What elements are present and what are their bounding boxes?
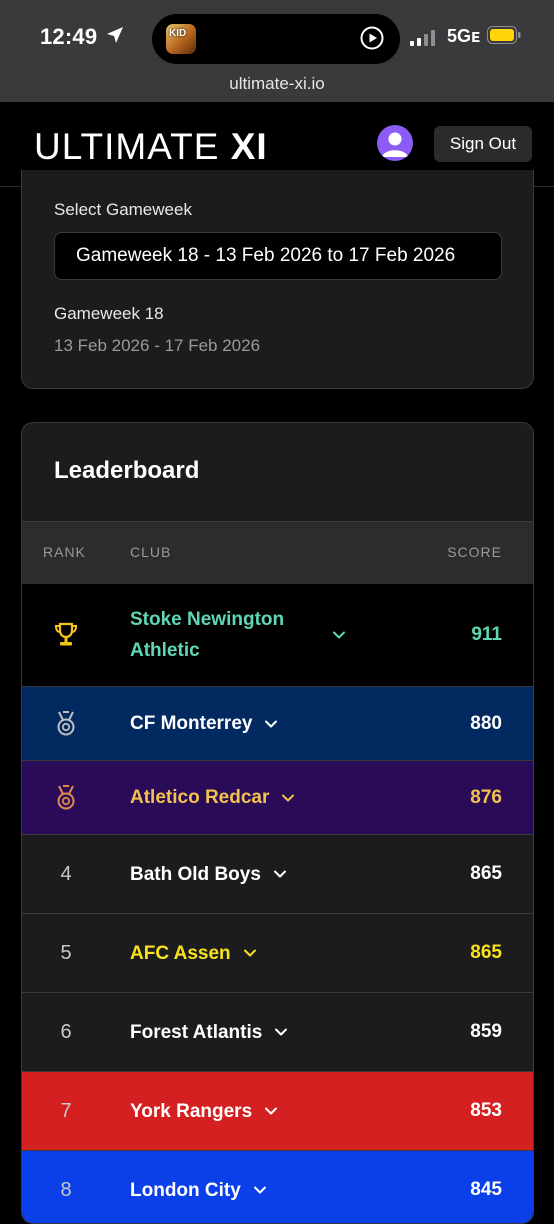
leaderboard-rows: Stoke Newington Athletic 911 CF Monterrey 8…	[22, 584, 533, 1223]
club-cell[interactable]: York Rangers	[130, 1072, 278, 1150]
score-cell: 853	[470, 1100, 502, 1121]
island-app-icon: KID	[166, 24, 196, 54]
rank-number: 6	[60, 1020, 72, 1043]
sign-out-button[interactable]: Sign Out	[434, 126, 532, 162]
club-name[interactable]: CF Monterrey	[130, 708, 252, 739]
play-icon[interactable]	[360, 26, 384, 50]
club-cell[interactable]: London City	[130, 1151, 267, 1223]
club-cell[interactable]: Atletico Redcar	[130, 761, 295, 834]
leaderboard-row[interactable]: 4 Bath Old Boys 865	[22, 835, 533, 914]
cellular-signal-icon	[410, 30, 435, 46]
chevron-down-icon[interactable]	[273, 869, 287, 879]
score-cell: 845	[470, 1179, 502, 1200]
leaderboard-row[interactable]: Atletico Redcar 876	[22, 761, 533, 835]
club-name[interactable]: Stoke Newington Athletic	[130, 604, 310, 666]
rank-cell: 8	[22, 1151, 110, 1223]
rank-cell: 7	[22, 1072, 110, 1150]
gameweek-card: Select Gameweek Gameweek 18 - 13 Feb 202…	[21, 170, 534, 389]
rank-cell	[22, 687, 110, 760]
gameweek-dates: 13 Feb 2026 - 17 Feb 2026	[54, 336, 261, 355]
club-name[interactable]: AFC Assen	[130, 938, 231, 969]
bronze-medal-icon	[57, 784, 75, 809]
chevron-down-icon[interactable]	[243, 948, 257, 958]
score-cell: 859	[470, 1021, 502, 1042]
score-cell: 880	[470, 712, 502, 734]
user-icon	[382, 132, 408, 157]
club-name[interactable]: Bath Old Boys	[130, 859, 261, 890]
gameweek-name: Gameweek 18	[54, 304, 164, 323]
chevron-down-icon[interactable]	[274, 1027, 288, 1037]
browser-status-bar: 12:49 KID 5Gᴇ ultimate-xi.io	[0, 0, 554, 102]
leaderboard-title: Leaderboard	[54, 457, 200, 484]
club-cell[interactable]: Forest Atlantis	[130, 993, 288, 1071]
leaderboard-row[interactable]: 7 York Rangers 853	[22, 1072, 533, 1151]
select-gameweek-label: Select Gameweek	[54, 200, 192, 219]
score-column-header: SCORE	[447, 544, 502, 560]
rank-number: 5	[60, 941, 72, 964]
network-label: 5Gᴇ	[447, 26, 481, 46]
leaderboard-row[interactable]: CF Monterrey 880	[22, 687, 533, 761]
leaderboard-header-row: RANK CLUB SCORE	[22, 521, 533, 585]
url-bar[interactable]: ultimate-xi.io	[0, 74, 554, 94]
leaderboard-row[interactable]: 5 AFC Assen 865	[22, 914, 533, 993]
score-cell: 911	[471, 624, 502, 645]
dynamic-island[interactable]: KID	[152, 14, 400, 64]
gameweek-select[interactable]: Gameweek 18 - 13 Feb 2026 to 17 Feb 2026	[54, 232, 502, 280]
chevron-down-icon[interactable]	[264, 719, 278, 729]
rank-cell	[22, 761, 110, 834]
leaderboard-row[interactable]: 6 Forest Atlantis 859	[22, 993, 533, 1072]
chevron-down-icon[interactable]	[281, 793, 295, 803]
leaderboard-row[interactable]: 8 London City 845	[22, 1151, 533, 1223]
chevron-down-icon[interactable]	[264, 1106, 278, 1116]
chevron-down-icon[interactable]	[332, 630, 346, 640]
battery-icon	[487, 26, 521, 44]
rank-number: 8	[60, 1178, 72, 1201]
rank-cell: 5	[22, 914, 110, 992]
club-name[interactable]: Forest Atlantis	[130, 1017, 262, 1048]
club-cell[interactable]: Stoke Newington Athletic	[130, 584, 346, 686]
rank-cell: 6	[22, 993, 110, 1071]
club-cell[interactable]: CF Monterrey	[130, 687, 278, 760]
club-name[interactable]: London City	[130, 1175, 241, 1206]
rank-number: 4	[60, 862, 72, 885]
leaderboard-row[interactable]: Stoke Newington Athletic 911	[22, 584, 533, 687]
club-name[interactable]: Atletico Redcar	[130, 782, 269, 813]
silver-medal-icon	[57, 710, 75, 735]
rank-cell	[22, 584, 110, 686]
club-name[interactable]: York Rangers	[130, 1096, 252, 1127]
score-cell: 876	[470, 786, 502, 808]
clock: 12:49	[40, 24, 98, 49]
score-cell: 865	[470, 942, 502, 963]
leaderboard-card: Leaderboard RANK CLUB SCORE Stoke Newing…	[21, 422, 534, 1224]
rank-cell: 4	[22, 835, 110, 913]
rank-column-header: RANK	[43, 544, 86, 560]
location-arrow-icon	[107, 27, 123, 43]
score-cell: 865	[470, 863, 502, 884]
chevron-down-icon[interactable]	[253, 1185, 267, 1195]
logo[interactable]: ULTIMATE XI	[34, 126, 268, 168]
club-cell[interactable]: AFC Assen	[130, 914, 257, 992]
trophy-icon	[54, 622, 78, 646]
gameweek-select-value: Gameweek 18 - 13 Feb 2026 to 17 Feb 2026	[76, 245, 456, 266]
rank-number: 7	[60, 1099, 72, 1122]
club-cell[interactable]: Bath Old Boys	[130, 835, 287, 913]
avatar[interactable]	[377, 125, 413, 161]
club-column-header: CLUB	[130, 544, 172, 560]
